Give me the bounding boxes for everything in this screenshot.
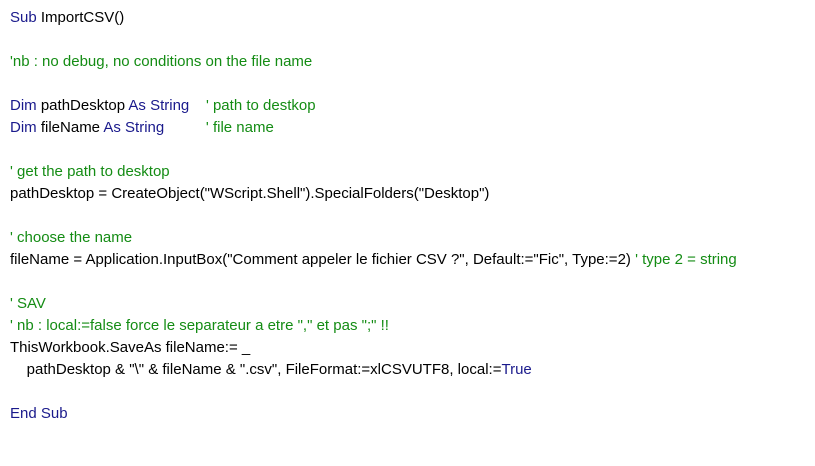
code-line-assign-pathdesktop: pathDesktop = CreateObject("WScript.Shel… [10,183,489,205]
code-line-comment-sav: ' SAV [10,293,46,315]
comment-text: ' nb : local:=false force le separateur … [10,317,389,334]
statement-text: fileName = Application.InputBox("Comment… [10,251,636,268]
code-line-dim-filename: Dim fileName As String ' file name [10,117,274,139]
variable-name: fileName [36,119,104,136]
statement-text: ThisWorkbook.SaveAs fileName:= _ [10,339,251,356]
code-line-comment-separator: ' nb : local:=false force le separateur … [10,315,389,337]
comment-text: ' choose the name [10,229,133,246]
code-line-saveas-continuation: pathDesktop & "\" & fileName & ".csv", F… [10,359,532,381]
keyword-dim: Dim [10,119,37,136]
code-line-assign-filename: fileName = Application.InputBox("Comment… [10,249,737,271]
comment-text: ' type 2 = string [635,251,737,268]
keyword-as-string: As String [128,97,190,114]
code-line-comment-nb: 'nb : no debug, no conditions on the fil… [10,51,312,73]
keyword-sub: Sub [10,9,37,26]
code-line-saveas: ThisWorkbook.SaveAs fileName:= _ [10,337,250,359]
keyword-dim: Dim [10,97,37,114]
vba-code-editor[interactable]: Sub ImportCSV() 'nb : no debug, no condi… [10,7,810,427]
code-line-end-sub: End Sub [10,403,68,425]
keyword-true: True [501,361,532,378]
procedure-name: ImportCSV() [36,9,125,26]
keyword-as-string: As String [103,119,165,136]
variable-name: pathDesktop [36,97,129,114]
comment-text: ' get the path to desktop [10,163,170,180]
code-line-sub-declaration: Sub ImportCSV() [10,7,124,29]
code-line-comment-get-path: ' get the path to desktop [10,161,170,183]
keyword-end-sub: End Sub [10,405,68,422]
comment-text: ' path to destkop [205,97,316,114]
statement-text: pathDesktop = CreateObject("WScript.Shel… [10,185,490,202]
comment-text: 'nb : no debug, no conditions on the fil… [10,53,313,70]
statement-text: pathDesktop & "\" & fileName & ".csv", F… [10,361,502,378]
comment-text: ' file name [205,119,274,136]
code-line-comment-choose-name: ' choose the name [10,227,132,249]
code-line-dim-pathdesktop: Dim pathDesktop As String ' path to dest… [10,95,316,117]
comment-text: ' SAV [10,295,46,312]
